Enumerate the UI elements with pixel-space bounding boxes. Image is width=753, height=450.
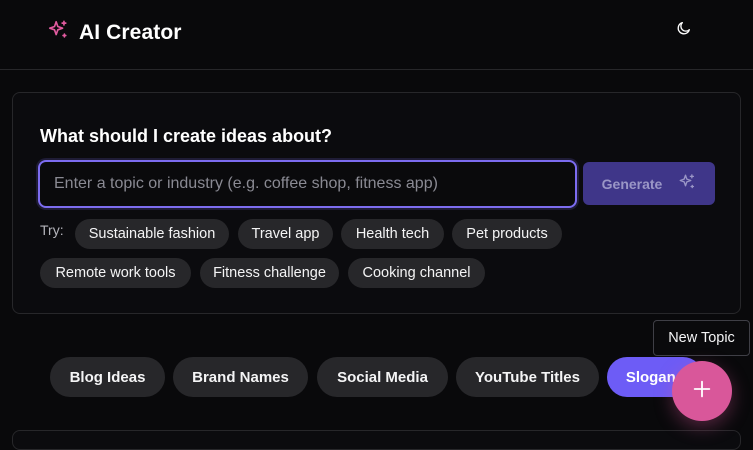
- tab-youtube-titles[interactable]: YouTube Titles: [456, 357, 599, 397]
- theme-toggle-button[interactable]: [672, 18, 696, 42]
- tab-blog-ideas[interactable]: Blog Ideas: [50, 357, 165, 397]
- suggestion-chip[interactable]: Travel app: [238, 219, 333, 249]
- sparkles-icon: [47, 19, 69, 46]
- tab-social-media[interactable]: Social Media: [317, 357, 448, 397]
- generate-button[interactable]: Generate: [583, 162, 715, 205]
- new-topic-button[interactable]: [672, 361, 732, 421]
- sparkles-icon: [678, 173, 696, 194]
- app-logo: AI Creator: [47, 19, 182, 46]
- suggestion-chip[interactable]: Sustainable fashion: [75, 219, 229, 249]
- generate-label: Generate: [601, 175, 663, 192]
- suggestion-chip[interactable]: Remote work tools: [40, 258, 191, 288]
- app-title: AI Creator: [79, 20, 182, 44]
- suggestions-label: Try:: [40, 222, 64, 238]
- idea-prompt-card: What should I create ideas about? Genera…: [12, 92, 741, 314]
- suggestion-chip[interactable]: Health tech: [341, 219, 444, 249]
- suggestion-chip[interactable]: Fitness challenge: [200, 258, 339, 288]
- moon-icon: [676, 20, 692, 41]
- new-topic-tooltip: New Topic: [653, 320, 750, 356]
- results-panel: [12, 430, 741, 450]
- suggestion-chip[interactable]: Cooking channel: [348, 258, 485, 288]
- topic-input[interactable]: [38, 160, 577, 208]
- tab-brand-names[interactable]: Brand Names: [173, 357, 308, 397]
- suggestion-chip[interactable]: Pet products: [452, 219, 562, 249]
- app-header: AI Creator: [0, 0, 753, 70]
- plus-icon: [691, 378, 713, 405]
- prompt-heading: What should I create ideas about?: [40, 126, 333, 146]
